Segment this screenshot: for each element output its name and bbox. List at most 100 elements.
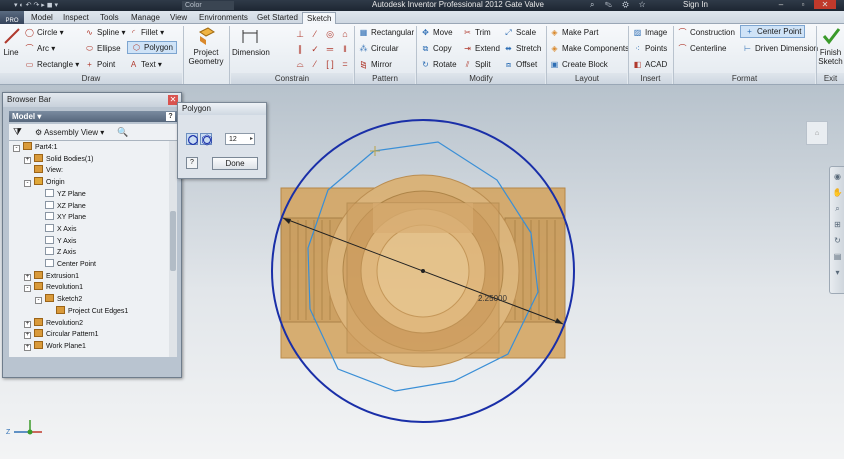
tree-node[interactable]: X Axis [35, 223, 76, 235]
mirror-button[interactable]: ⧎ Mirror [358, 58, 392, 71]
tree-node[interactable]: + Circular Pattern1 [24, 329, 99, 340]
center-point-button[interactable]: + Center Point [740, 25, 806, 38]
expand-icon[interactable]: + [24, 343, 31, 351]
tree-node[interactable]: Center Point [35, 259, 96, 270]
scale-button[interactable]: ⤢ Scale [503, 26, 536, 39]
vertical-icon[interactable]: ‖ [339, 43, 351, 55]
tab-manage[interactable]: Manage [127, 12, 164, 24]
polygon-button[interactable]: ⬡ Polygon [127, 41, 177, 54]
collapse-icon[interactable]: - [24, 285, 31, 293]
expand-icon[interactable]: + [24, 273, 31, 281]
project-geometry-button[interactable]: Project Geometry [186, 26, 226, 66]
stretch-button[interactable]: ⬌ Stretch [503, 42, 541, 55]
circle-button[interactable]: ◯ Circle ▾ [24, 26, 64, 39]
quick-access-toolbar[interactable]: ▾ ◐ ↶ ↷ ▸ ◼ ▾ [14, 1, 58, 9]
look-at-icon[interactable]: ▤ [832, 251, 843, 262]
tree-node[interactable]: + Work Plane1 [24, 340, 86, 352]
collapse-icon[interactable]: - [13, 145, 20, 152]
create-block-button[interactable]: ▣ Create Block [549, 58, 608, 71]
zoom-window-icon[interactable]: ⊞ [832, 219, 843, 230]
maximize-icon[interactable]: ▫ [792, 0, 814, 9]
rectangle-button[interactable]: ▭ Rectangle ▾ [24, 58, 80, 71]
browser-bar[interactable]: Browser Bar ✕ Model ▾ ? ⧩ ⚙ Assembly Vie… [2, 92, 182, 378]
tab-get-started[interactable]: Get Started [253, 12, 302, 24]
finish-sketch-button[interactable]: Finish Sketch [817, 26, 844, 66]
pan-icon[interactable]: ✋ [832, 187, 843, 198]
tree-node[interactable]: + Extrusion1 [24, 270, 79, 282]
smooth-icon[interactable]: ⁄ [309, 58, 321, 70]
tab-environments[interactable]: Environments [195, 12, 252, 24]
chevron-right-icon[interactable]: ▸ [250, 134, 253, 145]
assembly-view-dropdown[interactable]: ⚙ Assembly View ▾ [35, 124, 104, 141]
done-button[interactable]: Done [212, 157, 258, 170]
tree-node[interactable]: XZ Plane [35, 200, 86, 212]
expand-icon[interactable]: + [24, 320, 31, 328]
construction-button[interactable]: ⌒ Construction [677, 26, 735, 39]
coincident-icon[interactable]: ⊥ [294, 28, 306, 40]
spline-button[interactable]: ∿ Spline ▾ [84, 26, 125, 39]
panel-label-format[interactable]: Format [674, 73, 815, 84]
make-part-button[interactable]: ◈ Make Part [549, 26, 598, 39]
tab-inspect[interactable]: Inspect [59, 12, 93, 24]
horizontal-icon[interactable]: ═ [324, 43, 336, 55]
point-button[interactable]: + Point [84, 58, 115, 71]
help-icon[interactable]: ? [166, 112, 175, 121]
perpendicular-icon[interactable]: ✓ [309, 43, 321, 55]
circumscribed-button[interactable] [200, 133, 212, 146]
minimize-icon[interactable]: – [770, 0, 792, 9]
viewcube-icon[interactable]: ⌂ [806, 121, 828, 145]
model-dropdown[interactable]: Model ▾ ? [9, 111, 177, 122]
steering-wheel-icon[interactable]: ◉ [832, 171, 843, 182]
fix-icon[interactable]: ⌂ [339, 28, 351, 40]
rotate-button[interactable]: ↻ Rotate [420, 58, 456, 71]
tree-node[interactable]: YZ Plane [35, 188, 86, 200]
equal-icon[interactable]: = [339, 58, 351, 70]
tree-node[interactable]: - Revolution1 [24, 282, 83, 293]
collinear-icon[interactable]: ⁄ [309, 28, 321, 40]
sign-in-link[interactable]: Sign In [683, 0, 708, 9]
line-button[interactable]: Line [1, 26, 21, 57]
tab-view[interactable]: View [166, 12, 191, 24]
help-button[interactable]: ? [186, 157, 198, 169]
tree-node[interactable]: - Sketch2 [35, 294, 82, 305]
expand-icon[interactable]: + [24, 332, 31, 340]
circular-pattern-button[interactable]: ⁂ Circular [358, 42, 399, 55]
color-dropdown[interactable]: Color [182, 1, 234, 10]
image-button[interactable]: ▨ Image [632, 26, 668, 39]
extend-button[interactable]: ⇥ Extend [462, 42, 500, 55]
title-tool-icons[interactable]: ⌕ ✎ ⚙ ☆ [590, 0, 649, 10]
zoom-icon[interactable]: ⌕ [832, 203, 843, 214]
tab-model[interactable]: Model [27, 12, 57, 24]
arc-button[interactable]: ⌒ Arc ▾ [24, 42, 56, 55]
move-button[interactable]: ✥ Move [420, 26, 452, 39]
dimension-button[interactable]: Dimension [232, 26, 270, 57]
tree-node[interactable]: Project Cut Edges1 [46, 305, 128, 317]
acad-button[interactable]: ◧ ACAD [632, 58, 668, 71]
rectangular-pattern-button[interactable]: ▦ Rectangular [358, 26, 414, 39]
tree-node[interactable]: - Part4:1 [13, 142, 58, 153]
panel-label-draw[interactable]: Draw [0, 73, 182, 84]
filter-icon[interactable]: ⧩ [13, 124, 22, 141]
collapse-icon[interactable]: - [24, 180, 31, 188]
tab-tools[interactable]: Tools [96, 12, 123, 24]
orbit-icon[interactable]: ↻ [832, 235, 843, 246]
tangent-icon[interactable]: ⌓ [294, 58, 306, 70]
tree-node[interactable]: + Revolution2 [24, 317, 83, 329]
tree-node[interactable]: Z Axis [35, 247, 76, 258]
expand-icon[interactable]: + [24, 156, 31, 164]
panel-label-constrain[interactable]: Constrain [231, 73, 353, 84]
text-button[interactable]: A Text ▾ [128, 58, 162, 71]
centerline-button[interactable]: ⌒ Centerline [677, 42, 727, 55]
offset-button[interactable]: ⧈ Offset [503, 58, 537, 71]
scrollbar-thumb[interactable] [170, 211, 176, 271]
ellipse-button[interactable]: ⬭ Ellipse [84, 42, 121, 55]
tree-node[interactable]: - Origin [24, 177, 65, 188]
copy-button[interactable]: ⧉ Copy [420, 42, 452, 55]
tree-node[interactable]: + Solid Bodies(1) [24, 153, 93, 165]
tree-node[interactable]: XY Plane [35, 212, 86, 223]
concentric-icon[interactable]: ◎ [324, 28, 336, 40]
tree-node[interactable]: View: [24, 165, 63, 176]
trim-button[interactable]: ✂ Trim [462, 26, 491, 39]
find-icon[interactable]: 🔍 [117, 124, 128, 141]
split-button[interactable]: ⫽ Split [462, 58, 491, 71]
